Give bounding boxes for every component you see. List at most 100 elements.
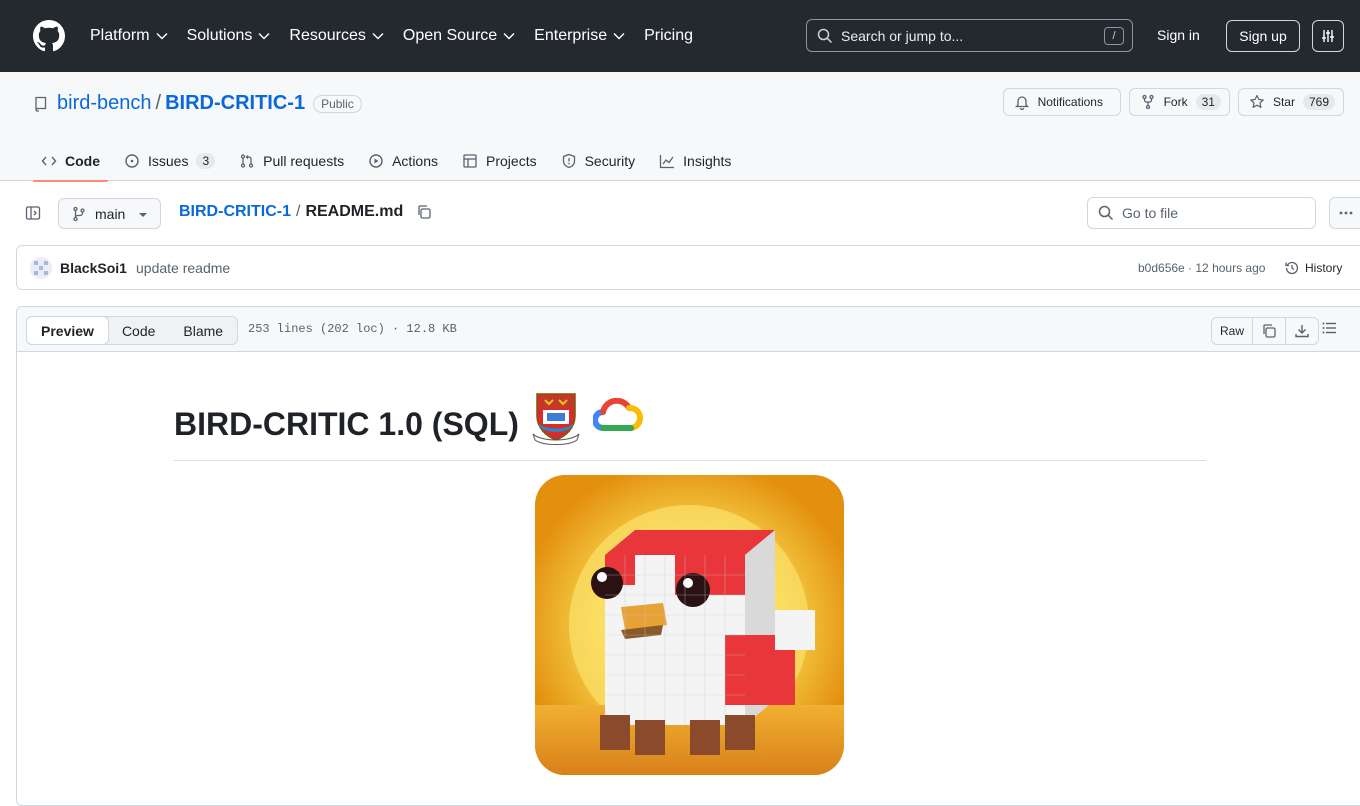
graph-icon — [660, 154, 675, 168]
file-viewer: Preview Code Blame 253 lines (202 loc) · 1… — [16, 306, 1360, 806]
go-to-file-input[interactable]: Go to file — [1087, 197, 1316, 229]
notifications-button[interactable]: Notifications — [1002, 88, 1121, 116]
table-icon — [463, 153, 477, 168]
search-icon — [1098, 205, 1114, 221]
view-mode-segmented-control: Preview Code Blame — [26, 316, 239, 345]
chevron-down-icon — [372, 33, 384, 40]
nav-item-pricing[interactable]: Pricing — [644, 27, 693, 45]
repo-title-separator: / — [155, 92, 162, 114]
tab-counter: 3 — [196, 152, 216, 169]
avatar[interactable] — [30, 257, 52, 279]
global-search-input[interactable]: Search or jump to... / — [806, 19, 1133, 52]
code-icon — [41, 156, 57, 165]
chevron-down-icon — [613, 33, 625, 40]
fork-button[interactable]: Fork 31 — [1128, 88, 1230, 116]
nav-item-solutions[interactable]: Solutions — [187, 27, 271, 45]
fork-count: 31 — [1195, 94, 1221, 110]
tab-actions[interactable]: Actions — [360, 140, 446, 181]
breadcrumb-separator: / — [296, 203, 301, 220]
view-mode-code[interactable]: Code — [108, 317, 169, 344]
nav-item-platform[interactable]: Platform — [90, 27, 168, 45]
tab-label: Actions — [392, 152, 439, 169]
shield-icon — [562, 153, 575, 168]
view-mode-blame[interactable]: Blame — [169, 317, 237, 344]
download-icon — [1295, 325, 1309, 338]
repo-owner-link[interactable]: bird-bench — [57, 92, 152, 115]
repo-tabs: Code Issues 3 Pull requests Actions Projects S… — [33, 140, 747, 182]
repo-header: bird-bench / BIRD-CRITIC-1 Public Notifi… — [0, 72, 1360, 182]
star-button[interactable]: Star 769 — [1237, 88, 1344, 116]
copy-icon — [1263, 324, 1276, 338]
history-button[interactable]: History — [1284, 260, 1342, 276]
menu-button[interactable] — [1312, 20, 1344, 52]
star-icon — [1250, 94, 1264, 108]
sidebar-expand-icon — [25, 206, 41, 220]
tab-projects[interactable]: Projects — [454, 140, 545, 181]
branch-selector-button[interactable]: main — [58, 198, 161, 229]
commit-hash-and-time[interactable]: b0d656e · 12 hours ago — [1138, 261, 1265, 275]
google-cloud-icon[interactable] — [592, 397, 643, 436]
sign-up-button[interactable]: Sign up — [1226, 20, 1300, 52]
global-header: Platform Solutions Resources Open Source Ent… — [0, 0, 1360, 72]
global-nav: Platform Solutions Resources Open Source Ent… — [90, 0, 712, 72]
file-viewer-toolbar: Preview Code Blame 253 lines (202 loc) · 1… — [17, 307, 1360, 352]
tab-label: Projects — [486, 152, 537, 169]
search-shortcut-key: / — [1104, 27, 1124, 45]
readme-heading: BIRD-CRITIC 1.0 (SQL) — [174, 383, 1206, 461]
tab-pull-requests[interactable]: Pull requests — [231, 140, 352, 181]
tab-label: Pull requests — [263, 152, 345, 169]
latest-commit-box: BlackSoi1 update readme b0d656e · 12 hou… — [16, 245, 1360, 290]
tab-label: Code — [65, 152, 100, 169]
file-tree-toggle-button[interactable] — [20, 198, 46, 228]
nav-item-label: Platform — [90, 27, 150, 44]
nav-item-resources[interactable]: Resources — [289, 27, 384, 45]
commit-message-link[interactable]: update readme — [136, 260, 230, 276]
nav-item-label: Resources — [289, 27, 366, 44]
go-to-file-placeholder: Go to file — [1122, 205, 1179, 221]
nav-item-label: Enterprise — [534, 27, 608, 44]
search-placeholder: Search or jump to... — [841, 27, 964, 44]
bell-icon — [1014, 96, 1029, 110]
copy-path-button[interactable] — [416, 204, 432, 220]
breadcrumb-repo-link[interactable]: BIRD-CRITIC-1 — [179, 203, 291, 221]
outline-button[interactable] — [1321, 320, 1337, 336]
github-logo-icon[interactable] — [33, 20, 65, 52]
readme-content: BIRD-CRITIC 1.0 (SQL) — [174, 383, 1206, 775]
chevron-down-icon — [258, 33, 270, 40]
list-unordered-icon — [1322, 322, 1336, 334]
file-actions-group: Raw — [1211, 317, 1320, 345]
fork-label: Fork — [1163, 95, 1188, 109]
branch-name: main — [95, 205, 126, 222]
branch-icon — [73, 206, 85, 221]
download-raw-button[interactable] — [1286, 318, 1318, 344]
tab-label: Security — [584, 152, 636, 169]
tab-issues[interactable]: Issues 3 — [116, 140, 223, 181]
nav-item-enterprise[interactable]: Enterprise — [534, 27, 625, 45]
chevron-down-icon — [503, 33, 515, 40]
repo-name-link[interactable]: BIRD-CRITIC-1 — [165, 92, 305, 115]
raw-button[interactable]: Raw — [1212, 318, 1254, 344]
copy-raw-button[interactable] — [1253, 318, 1287, 344]
tab-label: Issues — [148, 152, 189, 169]
nav-item-label: Open Source — [402, 27, 498, 44]
breadcrumb: BIRD-CRITIC-1 / README.md — [179, 203, 432, 221]
nav-item-label: Solutions — [186, 27, 253, 44]
nav-item-open-source[interactable]: Open Source — [403, 27, 515, 45]
commit-author-link[interactable]: BlackSoi1 — [60, 260, 127, 276]
tab-label: Insights — [683, 152, 732, 169]
tab-code[interactable]: Code — [33, 140, 108, 182]
more-options-button[interactable] — [1329, 197, 1360, 229]
tab-security[interactable]: Security — [553, 140, 644, 181]
kebab-horizontal-icon — [1339, 211, 1353, 215]
breadcrumb-file: README.md — [305, 203, 404, 220]
visibility-badge: Public — [313, 94, 362, 113]
history-label: History — [1305, 261, 1343, 275]
sign-in-link[interactable]: Sign in — [1157, 27, 1200, 43]
nav-item-label: Pricing — [644, 27, 693, 44]
star-count: 769 — [1302, 94, 1335, 110]
caret-down-icon — [139, 213, 147, 217]
history-icon — [1285, 261, 1299, 275]
view-mode-preview[interactable]: Preview — [26, 316, 109, 345]
tab-insights[interactable]: Insights — [651, 140, 739, 181]
university-crest-icon[interactable] — [531, 388, 581, 446]
